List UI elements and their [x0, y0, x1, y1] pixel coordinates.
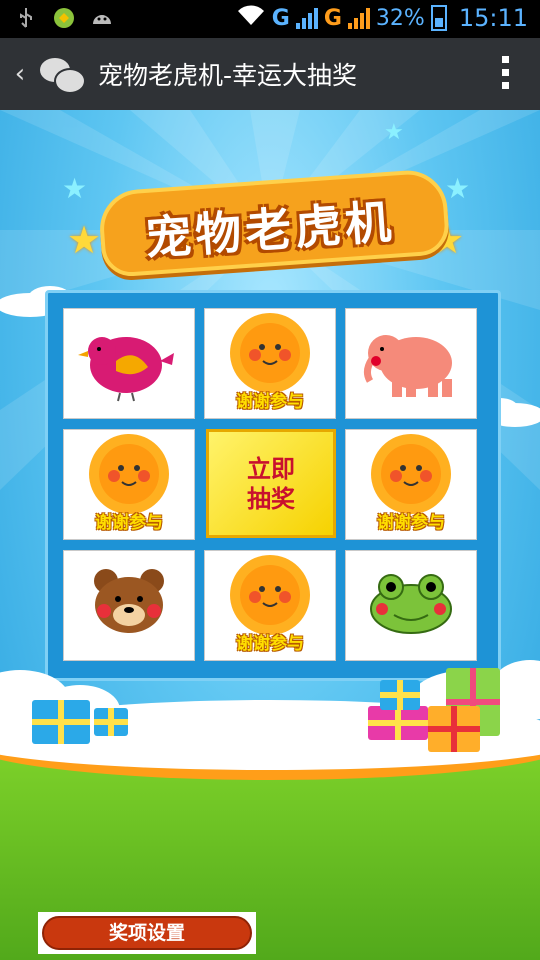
- star-icon: ★: [62, 172, 88, 205]
- signal-icon: [295, 7, 318, 29]
- network-type-2: G: [323, 5, 342, 31]
- draw-button[interactable]: 立即 抽奖: [206, 429, 336, 538]
- title-bar: ‹ 宠物老虎机-幸运大抽奖: [0, 38, 540, 110]
- gift-box-icon: [428, 706, 480, 752]
- signal-icon-2: [347, 7, 370, 29]
- prize-cell-sun: 谢谢参与: [63, 429, 195, 540]
- gift-box-icon: [368, 706, 428, 740]
- green-app-icon: [52, 6, 76, 30]
- prize-cell-sun: 谢谢参与: [204, 308, 336, 419]
- prize-cell-sun: 谢谢参与: [345, 429, 477, 540]
- page-title: 宠物老虎机-幸运大抽奖: [98, 61, 358, 90]
- settings-button-frame: 奖项设置: [38, 912, 256, 954]
- back-icon[interactable]: ‹: [6, 59, 34, 89]
- network-type-1: G: [271, 5, 290, 31]
- usb-icon: [14, 6, 38, 30]
- battery-icon: [430, 5, 447, 31]
- game-page: ★ ★ ★ ★ ★ 宠物老虎机 谢谢参与 谢谢参与 立即 抽奖 谢谢参与 谢谢参…: [0, 110, 540, 960]
- slot-grid: 谢谢参与 谢谢参与 立即 抽奖 谢谢参与 谢谢参与: [45, 290, 501, 681]
- battery-percent: 32%: [375, 5, 425, 31]
- bird-icon: [78, 337, 174, 402]
- game-logo: 宠物老虎机: [97, 167, 451, 279]
- status-bar: G G 32% 15:11: [0, 0, 540, 38]
- draw-button-label: 立即 抽奖: [247, 454, 295, 513]
- star-icon: ★: [67, 218, 102, 262]
- prize-cell-elephant: [345, 308, 477, 419]
- prize-cell-bird: [63, 308, 195, 419]
- more-menu-icon[interactable]: [502, 56, 510, 89]
- gift-box-icon: [380, 680, 420, 710]
- cell-caption: 谢谢参与: [377, 513, 445, 533]
- gift-box-icon: [32, 700, 90, 744]
- star-icon: ★: [445, 172, 471, 205]
- gift-box-icon: [94, 708, 128, 736]
- star-icon: ★: [384, 120, 404, 145]
- wifi-icon: [236, 4, 266, 32]
- elephant-icon: [363, 335, 452, 397]
- android-icon: [90, 6, 114, 30]
- prize-settings-button[interactable]: 奖项设置: [42, 916, 252, 950]
- cell-caption: 谢谢参与: [236, 392, 304, 412]
- wechat-icon[interactable]: [38, 54, 86, 94]
- cell-caption: 谢谢参与: [95, 513, 163, 533]
- clock: 15:11: [458, 4, 528, 32]
